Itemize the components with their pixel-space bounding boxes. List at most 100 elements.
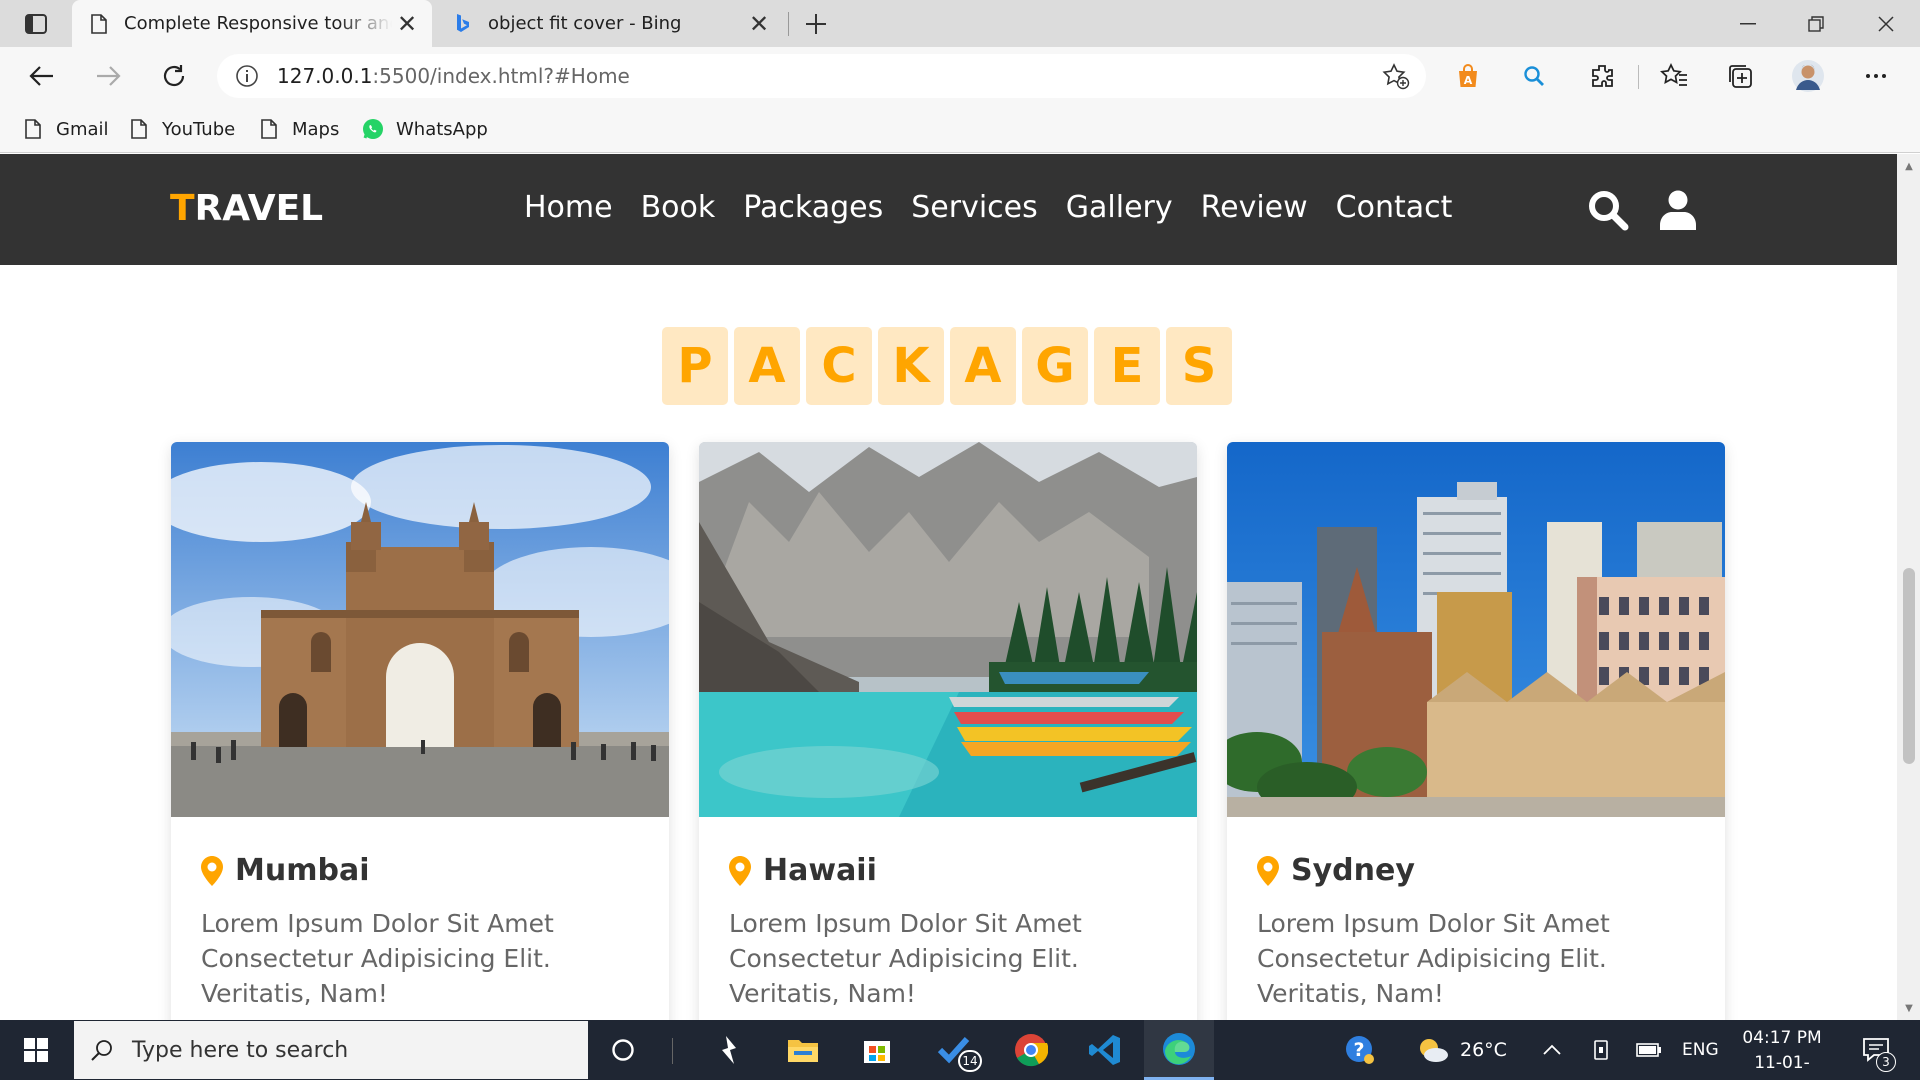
bookmark-gmail[interactable]: Gmail: [22, 115, 109, 143]
package-image: [171, 442, 669, 817]
edge-icon: [1163, 1032, 1195, 1065]
page-icon: [88, 13, 110, 35]
weather-widget[interactable]: 26°C: [1416, 1020, 1507, 1080]
nav-services[interactable]: Services: [911, 190, 1038, 225]
browser-tab-bar: Complete Responsive tour and travel webs…: [0, 0, 1920, 47]
nav-home[interactable]: Home: [524, 190, 613, 225]
tab-close-button[interactable]: ✕: [392, 9, 422, 39]
map-marker-icon: [729, 855, 751, 886]
minimize-icon: [1740, 22, 1756, 24]
chevron-up-icon: [1543, 1044, 1561, 1055]
package-title: Hawaii: [729, 853, 1167, 888]
back-arrow-icon: [29, 66, 53, 86]
minimize-button[interactable]: [1714, 0, 1782, 47]
language-indicator[interactable]: ENG: [1682, 1020, 1719, 1080]
shopping-extension-icon[interactable]: A: [1450, 58, 1486, 94]
microsoft-store-app[interactable]: [846, 1020, 908, 1080]
bookmark-label: WhatsApp: [396, 118, 488, 140]
profile-avatar[interactable]: [1790, 58, 1826, 94]
search-extension-icon[interactable]: [1516, 58, 1552, 94]
bookmark-label: Gmail: [56, 118, 109, 140]
folder-icon: [788, 1040, 818, 1062]
file-explorer-app[interactable]: [772, 1020, 834, 1080]
store-icon: [864, 1041, 890, 1063]
clock-time: 04:17 PM: [1742, 1028, 1822, 1048]
heading-letter: K: [878, 327, 944, 405]
tab-inactive[interactable]: object fit cover - Bing ✕: [436, 0, 784, 47]
bookmarks-bar: Gmail YouTube Maps WhatsApp: [0, 105, 1920, 153]
weather-temp: 26°C: [1460, 1039, 1507, 1061]
nav-book[interactable]: Book: [641, 190, 716, 225]
cortana-button[interactable]: [594, 1020, 652, 1080]
start-button[interactable]: [0, 1020, 72, 1080]
restore-button[interactable]: [1782, 0, 1850, 47]
close-window-button[interactable]: [1852, 0, 1920, 47]
forward-button[interactable]: [88, 56, 128, 96]
info-icon[interactable]: [233, 62, 261, 90]
map-marker-icon: [1257, 855, 1279, 886]
favorites-icon[interactable]: [1656, 58, 1692, 94]
package-card-hawaii[interactable]: Hawaii Lorem Ipsum Dolor Sit Amet Consec…: [699, 442, 1197, 1020]
package-description: Lorem Ipsum Dolor Sit Amet Consectetur A…: [1257, 909, 1610, 1008]
new-tab-button[interactable]: [800, 8, 832, 40]
tab-close-button[interactable]: ✕: [744, 9, 774, 39]
notifications-button[interactable]: 3: [1846, 1020, 1906, 1080]
site-logo[interactable]: TRAVEL: [170, 188, 323, 229]
tab-actions-button[interactable]: [18, 9, 54, 39]
device-tray-icon[interactable]: [1592, 1020, 1610, 1080]
edge-app[interactable]: [1144, 1020, 1214, 1080]
map-marker-icon: [201, 855, 223, 886]
collections-icon[interactable]: [1722, 58, 1758, 94]
refresh-button[interactable]: [154, 56, 194, 96]
notification-badge: 3: [1876, 1052, 1896, 1072]
more-options-icon[interactable]: [1858, 58, 1894, 94]
url-field[interactable]: 127.0.0.1:5500/index.html?#Home: [217, 54, 1426, 98]
user-icon[interactable]: [1656, 188, 1700, 232]
page-scrollbar[interactable]: ▲ ▼: [1897, 154, 1920, 1020]
nav-review[interactable]: Review: [1201, 190, 1308, 225]
chrome-app[interactable]: [1000, 1020, 1062, 1080]
add-favorite-icon[interactable]: [1378, 58, 1414, 94]
site-header: TRAVEL Home Book Packages Services Galle…: [0, 154, 1897, 265]
heading-letter: P: [662, 327, 728, 405]
restore-icon: [1808, 15, 1824, 32]
tab-title: Complete Responsive tour and travel webs…: [124, 13, 392, 34]
tab-separator: [788, 12, 789, 36]
nav-contact[interactable]: Contact: [1336, 190, 1453, 225]
plus-icon: [806, 14, 826, 34]
tab-active[interactable]: Complete Responsive tour and travel webs…: [72, 0, 432, 47]
nav-packages[interactable]: Packages: [743, 190, 883, 225]
help-tray-icon[interactable]: ?: [1334, 1020, 1386, 1080]
scrollbar-thumb[interactable]: [1903, 568, 1915, 764]
scroll-down-arrow-icon[interactable]: ▼: [1903, 1002, 1915, 1014]
search-placeholder: Type here to search: [132, 1037, 349, 1063]
extensions-icon[interactable]: [1584, 58, 1620, 94]
nav-gallery[interactable]: Gallery: [1066, 190, 1173, 225]
package-card-mumbai[interactable]: Mumbai Lorem Ipsum Dolor Sit Amet Consec…: [171, 442, 669, 1020]
task-view-app[interactable]: [700, 1020, 758, 1080]
heading-letter: E: [1094, 327, 1160, 405]
close-icon: [1878, 15, 1894, 32]
back-button[interactable]: [22, 56, 62, 96]
todo-app[interactable]: 14: [922, 1020, 988, 1080]
toolbar-separator: [1638, 65, 1639, 89]
tab-actions-icon: [25, 14, 47, 34]
heading-letter: A: [734, 327, 800, 405]
vscode-app[interactable]: [1074, 1020, 1136, 1080]
search-icon[interactable]: [1586, 188, 1630, 232]
svg-text:?: ?: [1353, 1039, 1364, 1061]
main-nav: Home Book Packages Services Gallery Revi…: [524, 190, 1480, 225]
page-viewport: TRAVEL Home Book Packages Services Galle…: [0, 154, 1897, 1020]
bookmark-youtube[interactable]: YouTube: [128, 115, 235, 143]
battery-icon[interactable]: [1636, 1020, 1662, 1080]
taskbar-search-input[interactable]: Type here to search: [74, 1021, 588, 1079]
heading-letter: S: [1166, 327, 1232, 405]
bookmark-whatsapp[interactable]: WhatsApp: [362, 115, 488, 143]
show-hidden-icons-button[interactable]: [1542, 1020, 1562, 1080]
package-card-sydney[interactable]: Sydney Lorem Ipsum Dolor Sit Amet Consec…: [1227, 442, 1725, 1020]
system-clock[interactable]: 04:17 PM 11-01-2022: [1736, 1026, 1828, 1080]
package-title: Sydney: [1257, 853, 1695, 888]
scroll-up-arrow-icon[interactable]: ▲: [1903, 160, 1915, 172]
bookmark-maps[interactable]: Maps: [258, 115, 339, 143]
package-description: Lorem Ipsum Dolor Sit Amet Consectetur A…: [201, 909, 554, 1008]
